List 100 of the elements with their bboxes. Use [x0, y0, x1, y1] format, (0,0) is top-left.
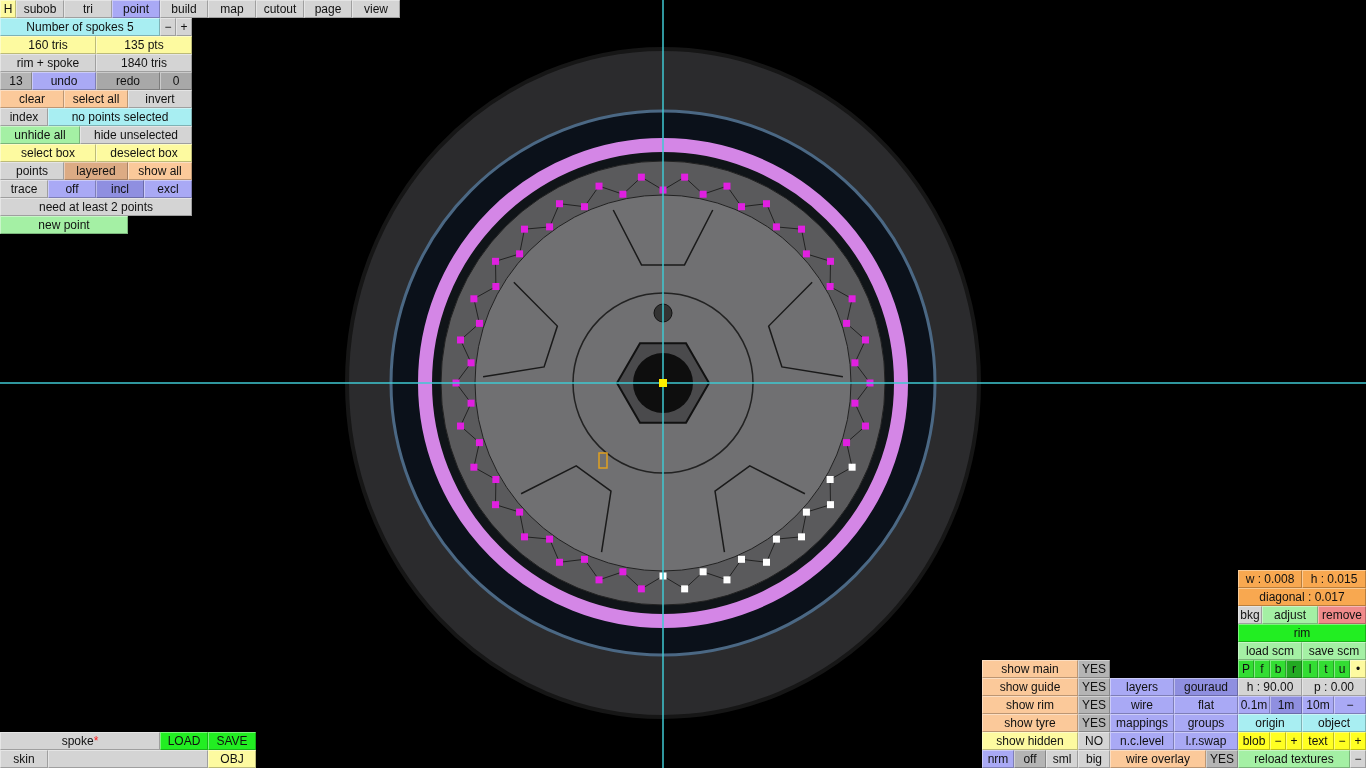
tab[interactable]: map [208, 0, 256, 18]
panel-button[interactable]: bkg [1238, 606, 1262, 624]
input-field[interactable] [48, 750, 208, 768]
panel-button[interactable]: invert [128, 90, 192, 108]
panel-button[interactable]: − [1270, 732, 1286, 750]
panel-button[interactable]: need at least 2 points [0, 198, 192, 216]
panel-button[interactable]: P [1238, 660, 1254, 678]
panel-button[interactable]: save scm [1302, 642, 1366, 660]
panel-button[interactable]: groups [1174, 714, 1238, 732]
tab[interactable]: tri [64, 0, 112, 18]
panel-button[interactable]: mappings [1110, 714, 1174, 732]
panel-button[interactable]: sml [1046, 750, 1078, 768]
panel-button[interactable]: undo [32, 72, 96, 90]
panel-button[interactable]: select all [64, 90, 128, 108]
tab[interactable]: page [304, 0, 352, 18]
panel-button[interactable]: show rim [982, 696, 1078, 714]
panel-button[interactable]: 10m [1302, 696, 1334, 714]
panel-button[interactable]: reload textures [1238, 750, 1350, 768]
panel-button[interactable]: OBJ [208, 750, 256, 768]
tab[interactable]: point [112, 0, 160, 18]
panel-button[interactable]: h : 0.015 [1302, 570, 1366, 588]
panel-button[interactable]: object [1302, 714, 1366, 732]
panel-button[interactable]: deselect box [96, 144, 192, 162]
panel-button[interactable]: h : 90.00 [1238, 678, 1302, 696]
panel-button[interactable]: remove [1318, 606, 1366, 624]
panel-button[interactable]: l [1302, 660, 1318, 678]
panel-button[interactable]: show guide [982, 678, 1078, 696]
panel-button[interactable]: select box [0, 144, 96, 162]
panel-button[interactable]: points [0, 162, 64, 180]
panel-button[interactable]: + [1286, 732, 1302, 750]
tab[interactable]: build [160, 0, 208, 18]
panel-button[interactable]: 1m [1270, 696, 1302, 714]
panel-button[interactable]: show hidden [982, 732, 1078, 750]
panel-button[interactable]: u [1334, 660, 1350, 678]
panel-button[interactable]: wire [1110, 696, 1174, 714]
panel-button[interactable]: YES [1078, 678, 1110, 696]
panel-button[interactable]: 160 tris [0, 36, 96, 54]
panel-button[interactable]: layers [1110, 678, 1174, 696]
panel-button[interactable]: spoke* [0, 732, 160, 750]
panel-button[interactable]: no points selected [48, 108, 192, 126]
panel-button[interactable]: new point [0, 216, 128, 234]
panel-button[interactable]: YES [1078, 696, 1110, 714]
panel-button[interactable]: w : 0.008 [1238, 570, 1302, 588]
panel-button[interactable]: skin [0, 750, 48, 768]
panel-button[interactable]: index [0, 108, 48, 126]
panel-button[interactable]: + [176, 18, 192, 36]
panel-button[interactable]: nrm [982, 750, 1014, 768]
panel-button[interactable]: wire overlay [1110, 750, 1206, 768]
panel-button[interactable]: SAVE [208, 732, 256, 750]
tab[interactable]: subob [16, 0, 64, 18]
panel-button[interactable]: p : 0.00 [1302, 678, 1366, 696]
panel-button[interactable]: rim + spoke [0, 54, 96, 72]
panel-button[interactable]: trace [0, 180, 48, 198]
panel-button[interactable]: show all [128, 162, 192, 180]
panel-button[interactable]: YES [1078, 714, 1110, 732]
panel-button[interactable]: LOAD [160, 732, 208, 750]
panel-button[interactable]: adjust [1262, 606, 1318, 624]
home-button[interactable]: H [0, 0, 16, 18]
panel-button[interactable]: r [1286, 660, 1302, 678]
panel-button[interactable]: layered [64, 162, 128, 180]
panel-button[interactable]: gouraud [1174, 678, 1238, 696]
panel-button[interactable]: − [160, 18, 176, 36]
panel-button[interactable]: excl [144, 180, 192, 198]
panel-button[interactable]: clear [0, 90, 64, 108]
panel-button[interactable]: − [1334, 732, 1350, 750]
panel-button[interactable]: 13 [0, 72, 32, 90]
panel-button[interactable]: n.c.level [1110, 732, 1174, 750]
panel-button[interactable]: blob [1238, 732, 1270, 750]
panel-button[interactable]: 1840 tris [96, 54, 192, 72]
panel-button[interactable]: YES [1206, 750, 1238, 768]
panel-button[interactable]: b [1270, 660, 1286, 678]
panel-button[interactable]: hide unselected [80, 126, 192, 144]
panel-button[interactable]: NO [1078, 732, 1110, 750]
panel-button[interactable]: − [1350, 750, 1366, 768]
tab[interactable]: view [352, 0, 400, 18]
panel-button[interactable]: text [1302, 732, 1334, 750]
panel-button[interactable]: 135 pts [96, 36, 192, 54]
tab[interactable]: cutout [256, 0, 304, 18]
panel-button[interactable]: off [48, 180, 96, 198]
panel-button[interactable]: − [1334, 696, 1366, 714]
panel-button[interactable]: incl [96, 180, 144, 198]
panel-button[interactable]: flat [1174, 696, 1238, 714]
panel-button[interactable]: origin [1238, 714, 1302, 732]
panel-button[interactable]: unhide all [0, 126, 80, 144]
panel-button[interactable]: show tyre [982, 714, 1078, 732]
panel-button[interactable]: • [1350, 660, 1366, 678]
panel-button[interactable]: t [1318, 660, 1334, 678]
panel-button[interactable]: off [1014, 750, 1046, 768]
panel-button[interactable]: f [1254, 660, 1270, 678]
panel-button[interactable]: YES [1078, 660, 1110, 678]
panel-button[interactable]: 0.1m [1238, 696, 1270, 714]
panel-button[interactable]: show main [982, 660, 1078, 678]
panel-button[interactable]: diagonal : 0.017 [1238, 588, 1366, 606]
panel-button[interactable]: redo [96, 72, 160, 90]
panel-button[interactable]: load scm [1238, 642, 1302, 660]
panel-button[interactable]: + [1350, 732, 1366, 750]
panel-button[interactable]: Number of spokes 5 [0, 18, 160, 36]
panel-button[interactable]: l.r.swap [1174, 732, 1238, 750]
panel-button[interactable]: big [1078, 750, 1110, 768]
panel-button[interactable]: rim [1238, 624, 1366, 642]
